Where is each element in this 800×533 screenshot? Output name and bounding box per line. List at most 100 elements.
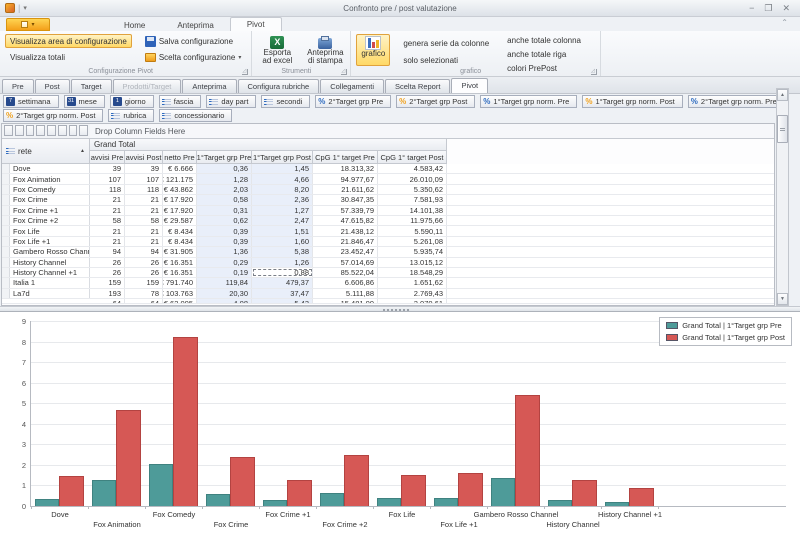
ribbon-tab-anteprima[interactable]: Anteprima — [161, 19, 229, 31]
table-cell[interactable]: 20,30 — [197, 289, 252, 298]
table-cell[interactable]: € 16.351 — [163, 268, 197, 277]
table-cell[interactable]: 5.590,11 — [378, 226, 447, 235]
field-button-1-target-grp-norm-post[interactable]: %1°Target grp norm. Post — [582, 95, 682, 108]
table-cell[interactable]: 21.438,12 — [313, 226, 378, 235]
table-cell[interactable]: 64 — [125, 299, 163, 304]
table-cell[interactable]: 23.452,47 — [313, 247, 378, 256]
table-cell[interactable]: 1.651,62 — [378, 278, 447, 287]
row-name-cell[interactable]: Fox Animation — [10, 174, 90, 183]
column-header-avvisi-post[interactable]: avvisi Post — [125, 151, 163, 164]
row-name-cell[interactable]: Fox Crime +1 — [10, 206, 90, 215]
table-cell[interactable]: 26 — [125, 258, 163, 267]
field-button-2-target-grp-norm-post[interactable]: %2°Target grp norm. Post — [3, 109, 103, 122]
table-cell[interactable]: 64 — [90, 299, 125, 304]
scroll-up-icon[interactable]: ▲ — [777, 89, 788, 101]
table-cell[interactable]: 13.015,12 — [378, 258, 447, 267]
table-cell[interactable]: 118 — [125, 185, 163, 194]
table-cell[interactable]: 21.611,62 — [313, 185, 378, 194]
table-cell[interactable]: 26 — [125, 268, 163, 277]
table-cell[interactable]: 2,47 — [252, 216, 313, 225]
table-cell[interactable]: 39 — [125, 164, 163, 173]
row-name-cell[interactable]: History Channel — [10, 258, 90, 267]
table-cell[interactable]: 1,27 — [252, 206, 313, 215]
doc-tab-post[interactable]: Post — [35, 79, 70, 93]
row-name-cell[interactable]: Italia 1 — [10, 278, 90, 287]
table-cell[interactable]: 1,36 — [197, 247, 252, 256]
qat-dropdown-icon[interactable]: ▾ — [23, 4, 27, 12]
solo-selezionati-button[interactable]: solo selezionati — [398, 54, 494, 67]
table-cell[interactable]: 18.313,32 — [313, 164, 378, 173]
sort-ascending-icon[interactable]: ▲ — [80, 148, 85, 154]
table-cell[interactable]: 1,60 — [252, 237, 313, 246]
table-cell[interactable]: 58 — [90, 216, 125, 225]
table-cell[interactable]: 78 — [125, 289, 163, 298]
genera-serie-button[interactable]: genera serie da colonne — [398, 37, 494, 50]
field-button-concessionario[interactable]: concessionario — [159, 109, 232, 122]
table-cell[interactable]: 159 — [90, 278, 125, 287]
table-cell[interactable]: 2,36 — [252, 195, 313, 204]
column-header-cpg-1-target-post[interactable]: CpG 1° target Post — [378, 151, 447, 164]
table-cell[interactable]: € 121.175 — [163, 174, 197, 183]
table-cell[interactable]: 26.010,09 — [378, 174, 447, 183]
table-cell[interactable]: 6.606,86 — [313, 278, 378, 287]
table-cell[interactable]: 0,36 — [197, 164, 252, 173]
column-header-1-target-grp-pre[interactable]: 1°Target grp Pre — [197, 151, 252, 164]
table-cell[interactable]: 2.070,61 — [378, 299, 447, 304]
table-cell[interactable]: 14.101,38 — [378, 206, 447, 215]
vertical-scrollbar[interactable]: ▲ ▼ — [776, 88, 789, 306]
table-cell[interactable]: € 62.005 — [163, 299, 197, 304]
doc-tab-prodotti-target[interactable]: Prodotti/Target — [113, 79, 182, 93]
table-cell[interactable]: 30.847,35 — [313, 195, 378, 204]
filter-box[interactable] — [79, 125, 88, 136]
close-button[interactable]: ✕ — [782, 3, 790, 14]
table-cell[interactable]: 0,88 — [252, 268, 313, 277]
ribbon-tab-pivot[interactable]: Pivot — [230, 17, 282, 31]
restore-button[interactable]: ❐ — [764, 3, 772, 14]
table-cell[interactable]: € 43.862 — [163, 185, 197, 194]
anteprima-stampa-button[interactable]: Anteprima di stampa — [305, 34, 345, 66]
drop-column-fields-area[interactable]: Drop Column Fields Here — [90, 124, 774, 138]
row-name-cell[interactable]: Gambero Rosso Channel — [10, 247, 90, 256]
table-cell[interactable]: € 103.763 — [163, 289, 197, 298]
table-cell[interactable]: 1,45 — [252, 164, 313, 173]
table-cell[interactable]: 1,26 — [252, 258, 313, 267]
esporta-excel-button[interactable]: X Esporta ad excel — [257, 34, 297, 66]
visualizza-totali-button[interactable]: Visualizza totali — [5, 50, 132, 64]
table-cell[interactable]: 85.522,04 — [313, 268, 378, 277]
table-cell[interactable]: 0,19 — [197, 268, 252, 277]
field-button-2-target-grp-post[interactable]: %2°Target grp Post — [396, 95, 475, 108]
scelta-configurazione-button[interactable]: Scelta configurazione ▾ — [140, 50, 247, 64]
filter-box[interactable] — [58, 125, 67, 136]
table-cell[interactable]: 58 — [125, 216, 163, 225]
table-cell[interactable]: 0,39 — [197, 237, 252, 246]
table-cell[interactable]: 26 — [90, 258, 125, 267]
table-cell[interactable]: 0,31 — [197, 206, 252, 215]
doc-tab-anteprima[interactable]: Anteprima — [182, 79, 236, 93]
row-name-cell[interactable]: Fox Life — [10, 226, 90, 235]
field-button-2-target-grp-norm-pre[interactable]: %2°Target grp norm. Pre — [688, 95, 785, 108]
table-cell[interactable]: 4,08 — [197, 299, 252, 304]
table-cell[interactable]: € 8.434 — [163, 226, 197, 235]
table-cell[interactable]: 21 — [90, 195, 125, 204]
field-button-mese[interactable]: 31mese — [64, 95, 105, 108]
row-name-cell[interactable]: Fox Crime — [10, 195, 90, 204]
table-cell[interactable]: 0,39 — [197, 226, 252, 235]
table-cell[interactable]: 21 — [125, 237, 163, 246]
table-cell[interactable]: 5.350,62 — [378, 185, 447, 194]
table-cell[interactable]: 118 — [90, 185, 125, 194]
table-cell[interactable]: 107 — [90, 174, 125, 183]
row-name-cell[interactable]: Dove — [10, 164, 90, 173]
doc-tab-scelta-report[interactable]: Scelta Report — [385, 79, 450, 93]
scroll-down-icon[interactable]: ▼ — [777, 293, 788, 305]
doc-tab-pre[interactable]: Pre — [2, 79, 34, 93]
filter-box[interactable] — [36, 125, 45, 136]
table-cell[interactable]: 21 — [125, 195, 163, 204]
table-cell[interactable]: 94 — [125, 247, 163, 256]
table-cell[interactable]: 39 — [90, 164, 125, 173]
minimize-button[interactable]: − — [749, 3, 754, 14]
table-cell[interactable]: 5.111,88 — [313, 289, 378, 298]
table-cell[interactable]: 119,84 — [197, 278, 252, 287]
field-button-secondi[interactable]: secondi — [261, 95, 310, 108]
table-cell[interactable]: 21 — [125, 206, 163, 215]
table-cell[interactable]: € 17.920 — [163, 195, 197, 204]
